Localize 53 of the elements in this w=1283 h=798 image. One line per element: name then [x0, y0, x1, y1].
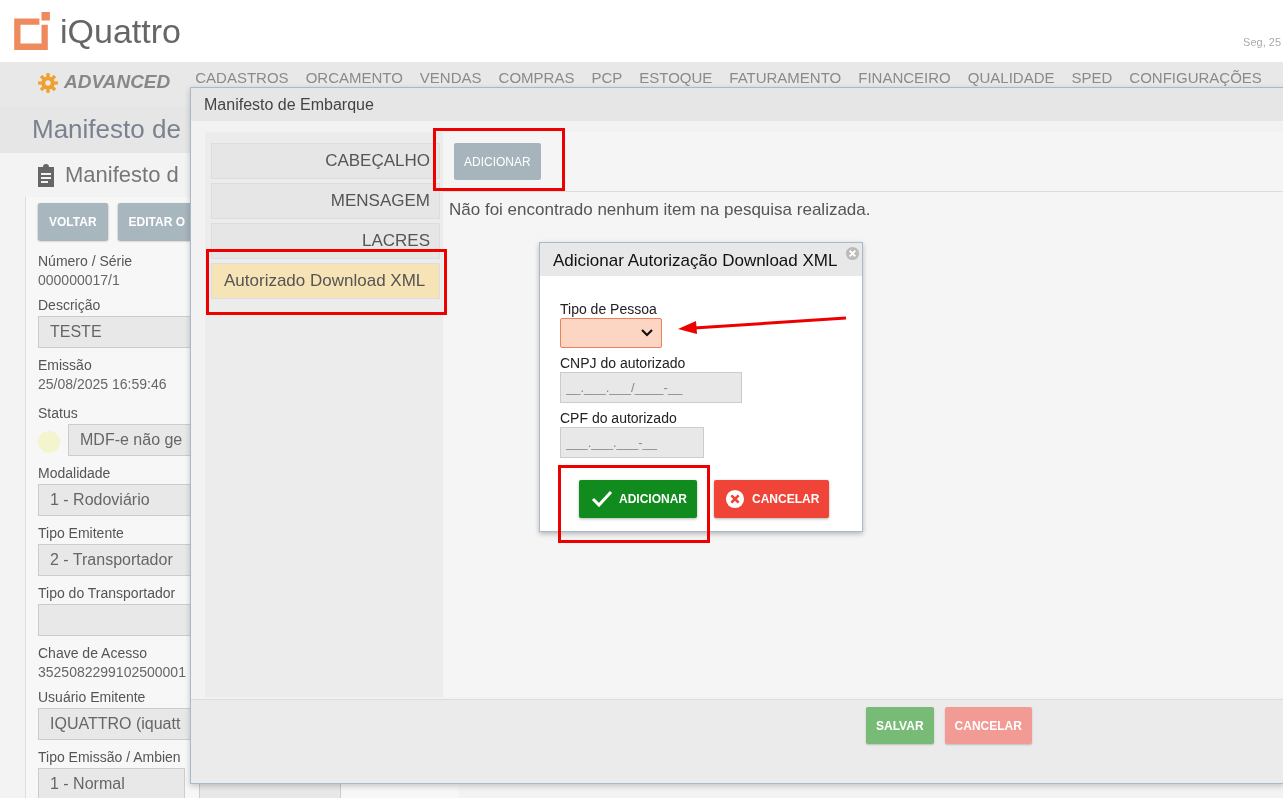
field-label: Modalidade	[38, 464, 111, 482]
nav-item[interactable]: ORCAMENTO	[305, 69, 403, 86]
field-label: Tipo Emitente	[38, 524, 124, 542]
field-label: Tipo do Transportador	[38, 584, 176, 602]
toolbar-button[interactable]: VOLTAR	[38, 203, 108, 240]
field-label: CPF do autorizado	[560, 409, 678, 427]
check-icon	[591, 489, 613, 509]
nav-item[interactable]: CONFIGURAÇÕES	[1129, 69, 1262, 86]
nav-item[interactable]: ESTOQUE	[639, 69, 713, 86]
field-value: 3525082299102500001	[38, 663, 186, 682]
footer-button[interactable]: SALVAR	[866, 707, 934, 744]
input-field[interactable]: ___.___.___-__	[560, 427, 704, 458]
field-label: Usuário Emitente	[38, 688, 146, 706]
nav-item[interactable]: SPED	[1071, 69, 1113, 86]
add-button[interactable]: ADICIONAR	[454, 143, 541, 180]
field-label: CNPJ do autorizado	[560, 354, 687, 372]
tab[interactable]: MENSAGEM	[211, 183, 440, 219]
nav-item[interactable]: FINANCEIRO	[858, 69, 951, 86]
field-label: Chave de Acesso	[38, 644, 147, 662]
section-title: Manifesto d	[65, 162, 179, 188]
nav-item[interactable]: CADASTROS	[195, 69, 289, 86]
input-field[interactable]: __.___.___/____-__	[560, 372, 742, 403]
select-field[interactable]	[560, 318, 662, 348]
nav-item[interactable]: VENDAS	[419, 69, 482, 86]
dialog-button[interactable]: ADICIONAR	[579, 480, 697, 518]
close-icon	[724, 489, 746, 509]
chevron-down-icon	[641, 329, 653, 337]
dialog-button[interactable]: CANCELAR	[714, 480, 830, 518]
field-label: Tipo Emissão / Ambien	[38, 748, 181, 766]
field-label: Tipo de Pessoa	[560, 300, 658, 318]
date-text: Seg, 25	[1243, 36, 1282, 48]
field-value: 25/08/2025 16:59:46	[38, 375, 167, 394]
input-field[interactable]: 1 - Normal	[38, 768, 185, 798]
field-label: Emissão	[38, 356, 92, 374]
modal-title: Manifesto de Embarque	[191, 88, 1283, 121]
nav-item[interactable]: FATURAMENTO	[729, 69, 842, 86]
clipboard-icon	[35, 163, 57, 187]
field-label: Status	[38, 404, 78, 422]
dialog-title: Adicionar Autorização Download XML	[540, 243, 862, 276]
footer-button[interactable]: CANCELAR	[944, 707, 1032, 744]
field-label: Descrição	[38, 296, 101, 314]
logo-text: iQuattro	[60, 11, 181, 51]
edition-label: ADVANCED	[64, 71, 171, 93]
field-value: 000000017/1	[38, 271, 120, 290]
nav-item[interactable]: QUALIDADE	[967, 69, 1055, 86]
nav-item[interactable]: COMPRAS	[498, 69, 575, 86]
close-icon[interactable]	[845, 246, 860, 261]
nav-item[interactable]: PCP	[591, 69, 623, 86]
tab[interactable]: CABEÇALHO	[211, 143, 440, 179]
empty-message: Não foi encontrado nenhum item na pesquisa realizada.	[448, 199, 872, 220]
page-title: Manifesto de	[32, 114, 181, 145]
tab[interactable]: Autorizado Download XML	[211, 263, 440, 299]
field-label: Número / Série	[38, 252, 133, 270]
